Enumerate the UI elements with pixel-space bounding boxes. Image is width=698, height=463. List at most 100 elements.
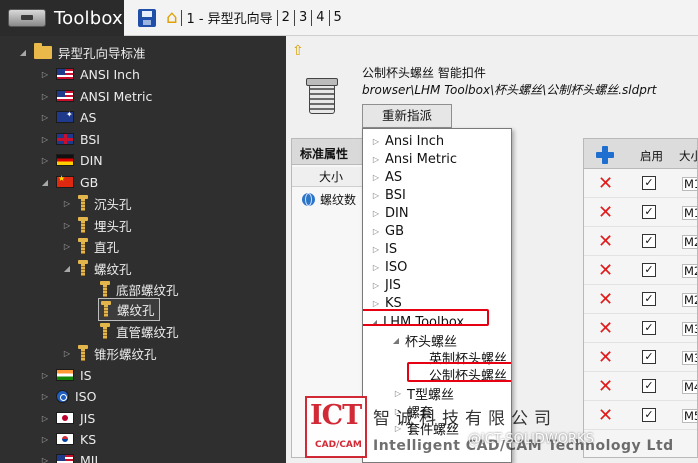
grid-row[interactable]: ✕ ✓ M2 [584,285,697,314]
expand-arrow-icon[interactable]: ▷ [371,245,381,254]
expand-arrow-icon[interactable]: ▷ [40,371,50,380]
grid-row[interactable]: ✕ ✓ M5 [584,401,697,430]
expand-arrow-icon[interactable]: ▷ [40,135,50,144]
expand-arrow-icon[interactable]: ▷ [371,209,381,218]
delete-icon[interactable]: ✕ [598,378,613,396]
home-icon[interactable]: ⌂ [166,8,177,27]
delete-icon[interactable]: ✕ [598,233,613,251]
expand-arrow-icon[interactable]: ▷ [40,113,50,122]
size-cell[interactable]: M5 [682,409,697,423]
enable-checkbox[interactable]: ✓ [642,379,656,393]
dropdown-item-bsi[interactable]: ▷ BSI [371,186,406,204]
enable-checkbox[interactable]: ✓ [642,176,656,190]
grid-row[interactable]: ✕ ✓ M3 [584,314,697,343]
dropdown-item-gb[interactable]: ▷ GB [371,222,404,240]
enable-checkbox[interactable]: ✓ [642,350,656,364]
tree-item-bottom-tapped[interactable]: 底部螺纹孔 [100,279,179,299]
add-icon[interactable] [596,146,614,164]
tab-wizard-1[interactable]: 1 - 异型孔向导 [184,8,274,27]
collapse-arrow-icon[interactable]: ◢ [18,48,28,57]
tree-item-is[interactable]: ▷ IS [40,365,92,385]
reassign-button[interactable]: 重新指派 [362,104,452,128]
tree-item-bsi[interactable]: ▷ BSI [40,129,100,149]
expand-arrow-icon[interactable]: ▷ [371,173,381,182]
tab-wizard-3[interactable]: 3 [297,10,309,25]
size-cell[interactable]: M2 [682,293,697,307]
delete-icon[interactable]: ✕ [598,262,613,280]
tree-item-mil[interactable]: ▷ MIL [40,450,101,463]
tree-item-ks[interactable]: ▷ KS [40,429,96,449]
size-cell[interactable]: M1 [682,206,697,220]
tree-item-din[interactable]: ▷ DIN [40,150,103,170]
tree-item-tapered-tapped[interactable]: ▷ 锥形螺纹孔 [62,343,157,363]
tree-item-gb[interactable]: ◢ GB [40,172,98,192]
size-cell[interactable]: M1 [682,177,697,191]
thread-count-row[interactable]: 螺纹数 [292,187,370,211]
tree-item-tapped-hole-selected[interactable]: 螺纹孔 [98,297,160,321]
collapse-arrow-icon[interactable]: ◢ [62,264,72,273]
grid-row[interactable]: ✕ ✓ M1 [584,198,697,227]
enable-checkbox[interactable]: ✓ [642,263,656,277]
expand-arrow-icon[interactable]: ▷ [371,137,381,146]
enable-checkbox[interactable]: ✓ [642,292,656,306]
expand-arrow-icon[interactable]: ▷ [371,191,381,200]
tree-item-countersink[interactable]: ▷ 埋头孔 [62,215,132,235]
up-folder-icon[interactable]: ⇧ [292,44,306,58]
delete-icon[interactable]: ✕ [598,291,613,309]
enable-checkbox[interactable]: ✓ [642,408,656,422]
tree-item-tapped[interactable]: ◢ 螺纹孔 [62,258,132,278]
size-cell[interactable]: M2 [682,235,697,249]
dropdown-item-ansi-metric[interactable]: ▷ Ansi Metric [371,150,457,168]
grid-row[interactable]: ✕ ✓ M2 [584,256,697,285]
tree-item-ansi-metric[interactable]: ▷ ANSI Metric [40,86,152,106]
expand-arrow-icon[interactable]: ▷ [371,299,381,308]
tree-item-counterbore[interactable]: ▷ 沉头孔 [62,193,132,213]
tree-item-iso[interactable]: ▷ ISO [40,386,97,406]
dropdown-item-din[interactable]: ▷ DIN [371,204,409,222]
expand-arrow-icon[interactable]: ▷ [40,392,50,401]
delete-icon[interactable]: ✕ [598,349,613,367]
expand-arrow-icon[interactable]: ▷ [371,263,381,272]
delete-icon[interactable]: ✕ [598,204,613,222]
expand-arrow-icon[interactable]: ▷ [393,389,403,398]
delete-icon[interactable]: ✕ [598,320,613,338]
expand-arrow-icon[interactable]: ▷ [371,281,381,290]
size-cell[interactable]: M3 [682,351,697,365]
expand-arrow-icon[interactable]: ▷ [40,92,50,101]
size-column-header[interactable]: 大小 [292,167,370,187]
dropdown-item-iso[interactable]: ▷ ISO [371,258,407,276]
collapse-arrow-icon[interactable]: ◢ [40,178,50,187]
size-cell[interactable]: M4 [682,380,697,394]
dropdown-item-t-bolt[interactable]: ▷ T型螺丝 [393,384,454,403]
tree-item-jis[interactable]: ▷ JIS [40,408,95,428]
expand-arrow-icon[interactable]: ▷ [62,199,72,208]
expand-arrow-icon[interactable]: ▷ [62,242,72,251]
save-icon[interactable] [138,8,156,27]
enable-checkbox[interactable]: ✓ [642,205,656,219]
dropdown-item-is[interactable]: ▷ IS [371,240,397,258]
expand-arrow-icon[interactable]: ▷ [40,156,50,165]
enable-checkbox[interactable]: ✓ [642,321,656,335]
tree-item-root[interactable]: ◢ 异型孔向导标准 [18,42,146,62]
grid-row[interactable]: ✕ ✓ M3 [584,343,697,372]
tree-item-pipe-tapped[interactable]: 直管螺纹孔 [100,321,179,341]
delete-icon[interactable]: ✕ [598,407,613,425]
expand-arrow-icon[interactable]: ▷ [371,227,381,236]
collapse-arrow-icon[interactable]: ◢ [391,336,401,345]
expand-arrow-icon[interactable]: ▷ [40,70,50,79]
expand-arrow-icon[interactable]: ▷ [40,414,50,423]
tree-item-ansi-inch[interactable]: ▷ ANSI Inch [40,64,140,84]
grid-row[interactable]: ✕ ✓ M1 [584,169,697,198]
expand-arrow-icon[interactable]: ▷ [371,155,381,164]
expand-arrow-icon[interactable]: ▷ [62,349,72,358]
delete-icon[interactable]: ✕ [598,175,613,193]
expand-arrow-icon[interactable]: ▷ [62,221,72,230]
dropdown-item-ansi-inch[interactable]: ▷ Ansi Inch [371,132,444,150]
tree-item-as[interactable]: ▷ AS [40,107,97,127]
grid-row[interactable]: ✕ ✓ M2 [584,227,697,256]
enable-checkbox[interactable]: ✓ [642,234,656,248]
dropdown-item-as[interactable]: ▷ AS [371,168,402,186]
expand-arrow-icon[interactable]: ▷ [40,456,50,463]
dropdown-item-jis[interactable]: ▷ JIS [371,276,401,294]
size-cell[interactable]: M3 [682,322,697,336]
